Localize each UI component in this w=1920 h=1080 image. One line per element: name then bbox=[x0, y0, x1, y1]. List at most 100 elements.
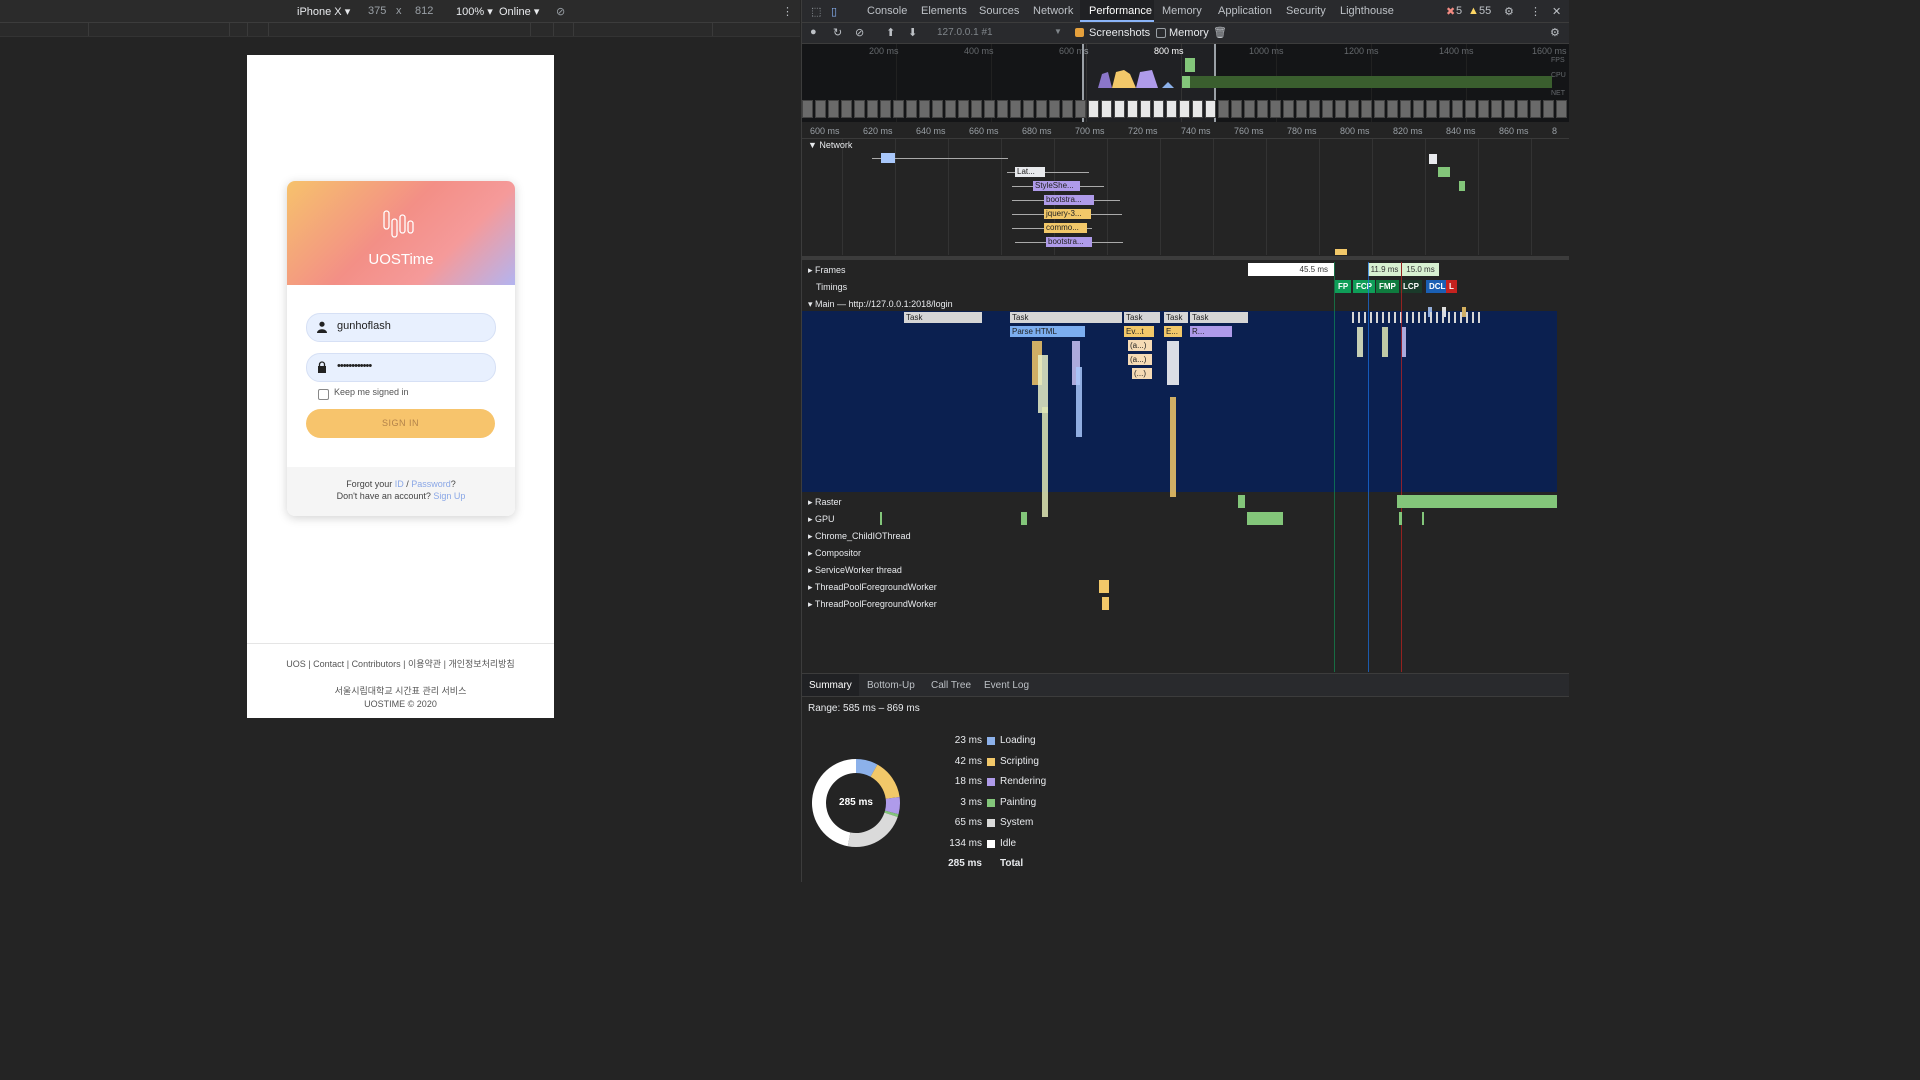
net-request-bar[interactable] bbox=[1438, 167, 1450, 177]
screenshots-checkbox[interactable] bbox=[1075, 28, 1084, 37]
keep-signed-checkbox[interactable] bbox=[318, 389, 329, 400]
sign-up-link[interactable]: Sign Up bbox=[433, 491, 465, 501]
forgot-password-link[interactable]: Password bbox=[411, 479, 451, 489]
screenshot-thumb[interactable] bbox=[984, 100, 995, 118]
screenshot-thumb[interactable] bbox=[1374, 100, 1385, 118]
timeline-overview[interactable]: 200 ms 400 ms 600 ms 800 ms 1000 ms 1200… bbox=[802, 44, 1569, 122]
frame-block[interactable]: 15.0 ms bbox=[1402, 263, 1439, 276]
tab-call-tree[interactable]: Call Tree bbox=[931, 680, 971, 691]
username-field[interactable]: gunhoflash bbox=[306, 313, 496, 342]
screenshot-thumb[interactable] bbox=[932, 100, 943, 118]
upload-icon[interactable]: ⬆ bbox=[886, 26, 895, 39]
frame-block[interactable]: 11.9 ms bbox=[1368, 263, 1401, 276]
more-options-icon[interactable]: ⋮ bbox=[782, 5, 793, 18]
error-icon[interactable]: ✖ bbox=[1446, 5, 1455, 18]
screenshot-thumb[interactable] bbox=[1153, 100, 1164, 118]
tab-security[interactable]: Security bbox=[1286, 5, 1326, 17]
screenshot-thumb[interactable] bbox=[1556, 100, 1567, 118]
reload-record-icon[interactable]: ↻ bbox=[833, 26, 842, 39]
footer-link-uos[interactable]: UOS bbox=[286, 659, 306, 669]
screenshot-thumb[interactable] bbox=[958, 100, 969, 118]
net-request-bar[interactable] bbox=[1429, 154, 1437, 164]
device-select[interactable]: iPhone X ▾ bbox=[297, 5, 350, 18]
device-width-input[interactable]: 375 bbox=[368, 5, 386, 17]
screenshot-thumb[interactable] bbox=[1361, 100, 1372, 118]
screenshot-thumb[interactable] bbox=[828, 100, 839, 118]
screenshot-thumb[interactable] bbox=[1296, 100, 1307, 118]
screenshot-thumb[interactable] bbox=[919, 100, 930, 118]
screenshot-thumb[interactable] bbox=[1205, 100, 1216, 118]
screenshot-thumb[interactable] bbox=[1426, 100, 1437, 118]
screenshot-thumb[interactable] bbox=[815, 100, 826, 118]
flame-bar[interactable] bbox=[1038, 355, 1048, 413]
service-worker-track[interactable]: ▸ ServiceWorker thread bbox=[802, 562, 1569, 579]
screenshot-thumb[interactable] bbox=[1010, 100, 1021, 118]
child-io-track[interactable]: ▸ Chrome_ChildIOThread bbox=[802, 528, 1569, 545]
close-icon[interactable]: ✕ bbox=[1552, 5, 1561, 18]
screenshot-thumb[interactable] bbox=[1283, 100, 1294, 118]
net-request-bar[interactable] bbox=[881, 153, 895, 163]
screenshot-thumb[interactable] bbox=[1348, 100, 1359, 118]
screenshot-thumb[interactable] bbox=[1270, 100, 1281, 118]
flame-bar[interactable] bbox=[1167, 341, 1179, 385]
net-request-bar[interactable]: bootstra... bbox=[1044, 195, 1094, 205]
screenshot-thumb[interactable] bbox=[1504, 100, 1515, 118]
screenshot-thumb[interactable] bbox=[1257, 100, 1268, 118]
memory-checkbox[interactable] bbox=[1156, 28, 1166, 38]
screenshot-thumb[interactable] bbox=[1439, 100, 1450, 118]
screenshot-thumb[interactable] bbox=[1192, 100, 1203, 118]
screenshot-thumb[interactable] bbox=[1140, 100, 1151, 118]
screenshot-thumb[interactable] bbox=[906, 100, 917, 118]
screenshot-thumb[interactable] bbox=[1400, 100, 1411, 118]
screenshot-thumb[interactable] bbox=[1491, 100, 1502, 118]
screenshot-thumb[interactable] bbox=[1179, 100, 1190, 118]
tab-event-log[interactable]: Event Log bbox=[984, 680, 1029, 691]
tab-elements[interactable]: Elements bbox=[921, 5, 967, 17]
screenshot-thumb[interactable] bbox=[1452, 100, 1463, 118]
tab-performance[interactable]: Performance bbox=[1089, 5, 1152, 17]
screenshot-thumb[interactable] bbox=[1114, 100, 1125, 118]
tab-sources[interactable]: Sources bbox=[979, 5, 1019, 17]
more-menu-icon[interactable]: ⋮ bbox=[1530, 5, 1541, 18]
screenshot-thumb[interactable] bbox=[945, 100, 956, 118]
download-icon[interactable]: ⬇ bbox=[908, 26, 917, 39]
raster-track[interactable]: ▸ Raster bbox=[802, 494, 1569, 511]
net-request-bar[interactable] bbox=[1335, 249, 1347, 255]
inspect-icon[interactable]: ⬚ bbox=[811, 5, 821, 18]
frame-block[interactable]: 45.5 ms bbox=[1248, 263, 1334, 276]
screenshot-thumb[interactable] bbox=[854, 100, 865, 118]
net-request-bar[interactable]: Lat... bbox=[1015, 167, 1045, 177]
screenshot-thumb[interactable] bbox=[1322, 100, 1333, 118]
screenshot-thumb[interactable] bbox=[802, 100, 813, 118]
net-request-bar[interactable] bbox=[1459, 181, 1465, 191]
forgot-id-link[interactable]: ID bbox=[395, 479, 404, 489]
screenshot-thumb[interactable] bbox=[1335, 100, 1346, 118]
screenshot-thumb[interactable] bbox=[1465, 100, 1476, 118]
screenshot-thumb[interactable] bbox=[1036, 100, 1047, 118]
net-request-bar[interactable]: jquery-3... bbox=[1044, 209, 1091, 219]
password-field[interactable]: •••••••••••• bbox=[306, 353, 496, 382]
tab-bottom-up[interactable]: Bottom-Up bbox=[867, 680, 915, 691]
warning-count[interactable]: 55 bbox=[1479, 5, 1491, 17]
capture-settings-icon[interactable]: ⚙ bbox=[1550, 26, 1560, 39]
network-track-label[interactable]: ▼ Network bbox=[808, 140, 852, 150]
screenshot-thumb[interactable] bbox=[880, 100, 891, 118]
settings-gear-icon[interactable]: ⚙ bbox=[1504, 5, 1514, 18]
net-request-bar[interactable]: StyleShe... bbox=[1033, 181, 1080, 191]
screenshot-thumb[interactable] bbox=[1062, 100, 1073, 118]
screenshot-thumb[interactable] bbox=[1231, 100, 1242, 118]
sign-in-button[interactable]: SIGN IN bbox=[306, 409, 495, 438]
trash-icon[interactable]: 🗑 bbox=[1213, 26, 1227, 39]
fmp-marker[interactable]: FMP bbox=[1376, 280, 1399, 293]
compositor-track[interactable]: ▸ Compositor bbox=[802, 545, 1569, 562]
screenshot-thumb[interactable] bbox=[1218, 100, 1229, 118]
device-toggle-icon[interactable]: ▯ bbox=[831, 5, 837, 18]
zoom-select[interactable]: 100% ▾ bbox=[456, 5, 493, 18]
screenshots-filmstrip[interactable] bbox=[802, 98, 1569, 120]
screenshot-thumb[interactable] bbox=[893, 100, 904, 118]
clear-icon[interactable]: ⊘ bbox=[855, 26, 864, 39]
flame-bar[interactable] bbox=[1170, 397, 1176, 497]
screenshot-thumb[interactable] bbox=[971, 100, 982, 118]
tab-summary[interactable]: Summary bbox=[809, 680, 852, 691]
screenshot-thumb[interactable] bbox=[1517, 100, 1528, 118]
